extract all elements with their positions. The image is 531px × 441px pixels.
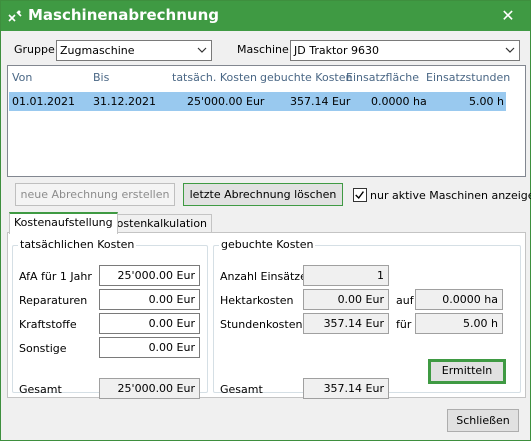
count-field: 1 — [303, 265, 389, 286]
abrechnung-list[interactable]: Von Bis tatsäch. Kosten gebuchte Kosten … — [7, 65, 526, 177]
other-field[interactable]: 0.00 Eur — [99, 337, 200, 358]
hectare-cost-label: Hektarkosten — [220, 294, 294, 307]
actual-total-label: Gesamt — [19, 383, 62, 396]
cell-hours: 5.00 h — [469, 95, 504, 108]
column-header[interactable]: Von — [12, 71, 32, 84]
actual-costs-group: tatsächlichen Kosten AfA für 1 Jahr 25'0… — [12, 238, 208, 399]
booked-costs-group: gebuchte Kosten Anzahl Einsätze 1 Hektar… — [213, 238, 521, 399]
fuer-label: für — [396, 318, 412, 331]
actual-costs-title: tatsächlichen Kosten — [18, 238, 137, 251]
cell-bis: 31.12.2021 — [93, 95, 156, 108]
active-only-label: nur aktive Maschinen anzeigen — [370, 189, 531, 202]
table-row[interactable]: 01.01.2021 31.12.2021 25'000.00 Eur 357.… — [9, 92, 506, 111]
column-header[interactable]: gebuchte Kosten — [260, 71, 352, 84]
list-header: Von Bis tatsäch. Kosten gebuchte Kosten … — [8, 66, 525, 88]
window-title: Maschinenabrechnung — [28, 6, 219, 24]
gruppe-value: Zugmaschine — [60, 44, 135, 57]
gruppe-label: Gruppe — [14, 43, 55, 56]
tab-kostenkalkulation[interactable]: Kostenkalkulation — [105, 214, 213, 234]
hectare-cost-field: 0.00 Eur — [303, 289, 389, 310]
auf-label: auf — [396, 294, 414, 307]
chevron-down-icon — [197, 47, 207, 53]
tractor-icon — [8, 10, 22, 22]
booked-total-field: 357.14 Eur — [303, 378, 389, 399]
afa-label: AfA für 1 Jahr — [19, 270, 92, 283]
booked-costs-title: gebuchte Kosten — [219, 238, 316, 251]
other-label: Sonstige — [19, 342, 67, 355]
cell-actual-cost: 25'000.00 Eur — [187, 95, 265, 108]
new-abrechnung-button[interactable]: neue Abrechnung erstellen — [15, 183, 175, 206]
gruppe-dropdown[interactable]: Zugmaschine — [56, 40, 212, 61]
cell-von: 01.01.2021 — [12, 95, 75, 108]
cell-area: 0.0000 ha — [371, 95, 427, 108]
hours-field: 5.00 h — [415, 313, 503, 334]
afa-field[interactable]: 25'000.00 Eur — [99, 265, 200, 286]
column-header[interactable]: tatsäch. Kosten — [172, 71, 257, 84]
count-label: Anzahl Einsätze — [220, 270, 307, 283]
actual-total-field: 25'000.00 Eur — [99, 378, 200, 399]
fuel-field[interactable]: 0.00 Eur — [99, 313, 200, 334]
booked-total-label: Gesamt — [220, 383, 263, 396]
cell-booked-cost: 357.14 Eur — [290, 95, 351, 108]
delete-last-abrechnung-button[interactable]: letzte Abrechnung löschen — [183, 183, 343, 206]
active-only-checkbox[interactable] — [353, 188, 367, 202]
tab-panel-kostenaufstellung: tatsächlichen Kosten AfA für 1 Jahr 25'0… — [7, 232, 526, 399]
repair-field[interactable]: 0.00 Eur — [99, 289, 200, 310]
column-header[interactable]: Bis — [93, 71, 109, 84]
hour-cost-label: Stundenkosten — [220, 318, 303, 331]
hour-cost-field: 357.14 Eur — [303, 313, 389, 334]
check-icon — [355, 191, 364, 200]
column-header[interactable]: Einsatzstunden — [426, 71, 510, 84]
fuel-label: Kraftstoffe — [19, 318, 77, 331]
close-icon[interactable]: ✕ — [488, 3, 528, 29]
repair-label: Reparaturen — [19, 294, 88, 307]
maschine-label: Maschine — [237, 43, 289, 56]
maschine-dropdown[interactable]: JD Traktor 9630 — [290, 40, 520, 61]
ermitteln-button[interactable]: Ermitteln — [428, 359, 506, 384]
close-button[interactable]: Schließen — [447, 409, 519, 432]
chevron-down-icon — [505, 47, 515, 53]
area-field: 0.0000 ha — [415, 289, 503, 310]
column-header[interactable]: Einsatzfläche — [346, 71, 419, 84]
window: Maschinenabrechnung ✕ Gruppe Zugmaschine… — [0, 0, 531, 441]
maschine-value: JD Traktor 9630 — [294, 44, 380, 57]
tab-kostenaufstellung[interactable]: Kostenaufstellung — [9, 212, 118, 234]
titlebar: Maschinenabrechnung ✕ — [1, 1, 530, 31]
